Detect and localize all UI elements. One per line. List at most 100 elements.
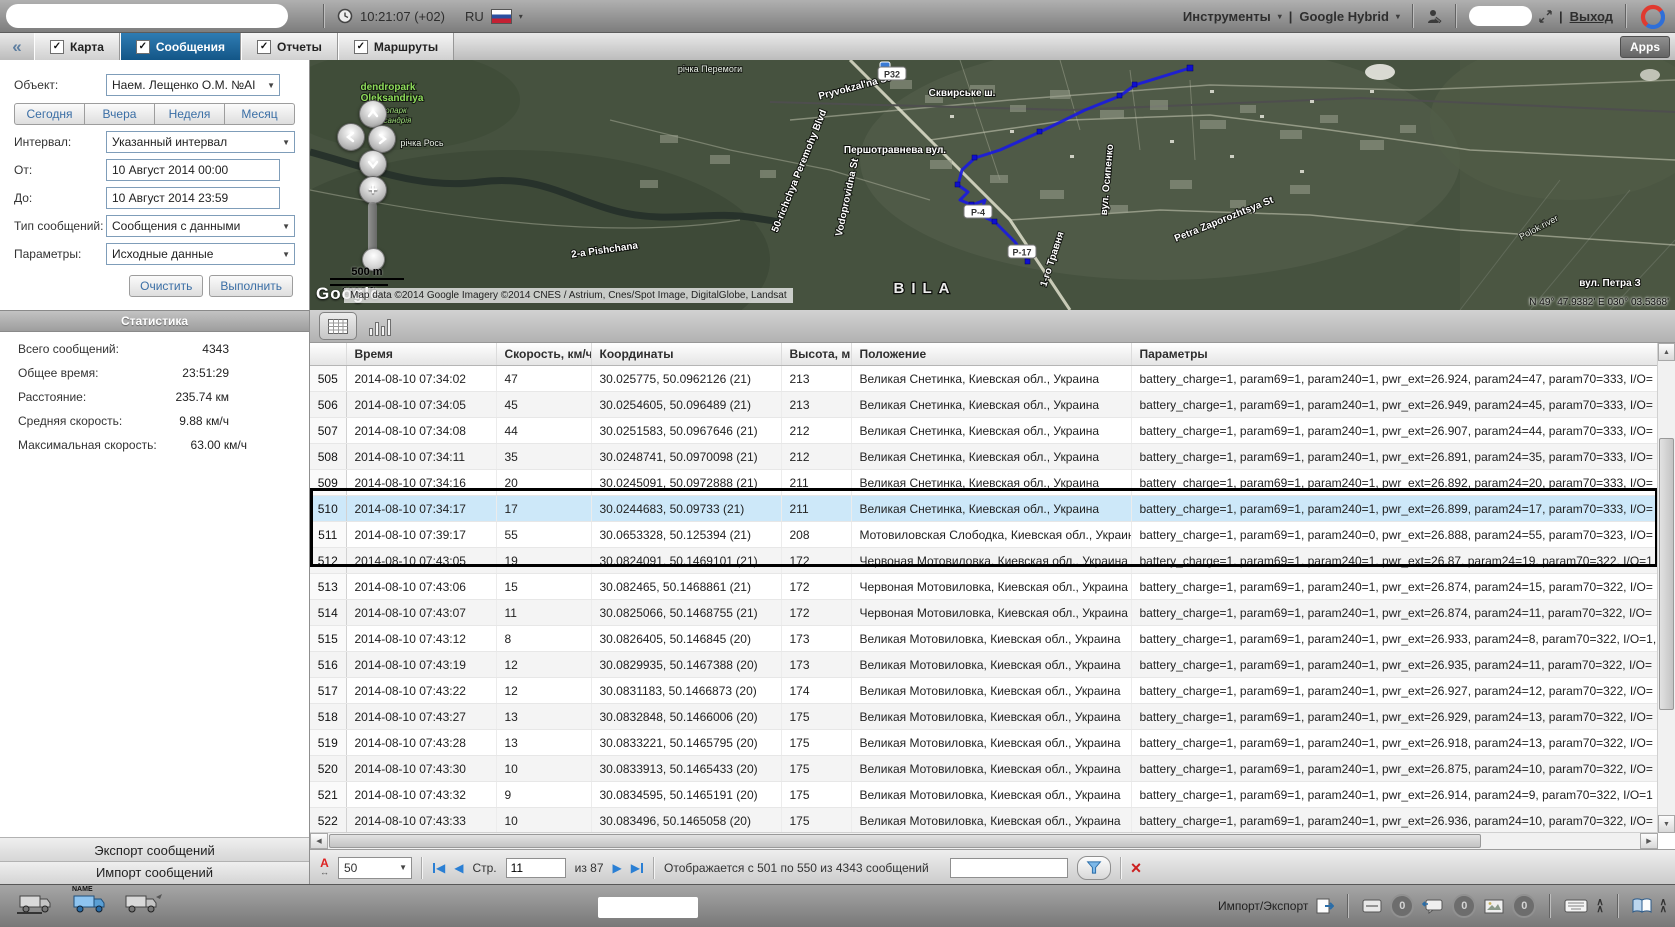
pan-down-button[interactable] [359,150,387,178]
import-export-label[interactable]: Импорт/Экспорт [1218,899,1308,913]
interval-select[interactable]: Указанный интервал ▼ [106,131,295,153]
table-row[interactable]: 5132014-08-10 07:43:061530.082465, 50.14… [310,574,1658,600]
chevron-down-icon[interactable]: ▾ [1278,12,1282,21]
tools-menu[interactable]: Инструменты [1183,9,1271,24]
checkbox-checked-icon[interactable]: ✓ [50,40,64,54]
table-row[interactable]: 5182014-08-10 07:43:271330.0832848, 50.1… [310,704,1658,730]
map-source-menu[interactable]: Google Hybrid [1299,9,1389,24]
tab-routes[interactable]: ✓ Маршруты [338,33,454,60]
week-button[interactable]: Неделя [155,103,225,125]
import-messages-button[interactable]: Импорт сообщений [0,861,309,885]
scroll-down-button[interactable]: ▼ [1658,815,1675,833]
table-view-button[interactable] [319,312,357,340]
col-time[interactable]: Время [346,343,496,366]
col-number[interactable] [310,343,346,366]
col-parameters[interactable]: Параметры [1131,343,1658,366]
vertical-scroll-thumb[interactable] [1659,438,1674,710]
col-coordinates[interactable]: Координаты [591,343,781,366]
import-export-icon[interactable] [1316,898,1334,914]
table-row[interactable]: 5062014-08-10 07:34:054530.0254605, 50.0… [310,392,1658,418]
export-messages-button[interactable]: Экспорт сообщений [0,837,309,863]
chart-view-button[interactable] [366,313,396,339]
execute-button[interactable]: Выполнить [209,275,293,297]
table-row[interactable]: 5102014-08-10 07:34:171730.0244683, 50.0… [310,496,1658,522]
russian-flag-icon[interactable] [491,9,512,24]
media-counter[interactable]: 0 [1512,894,1536,918]
driver-messages-icon[interactable] [1422,898,1444,914]
apps-button[interactable]: Apps [1620,36,1670,58]
user-settings-icon[interactable] [1426,8,1443,25]
pan-left-button[interactable] [337,123,365,151]
page-number-input[interactable] [506,858,566,878]
table-row[interactable]: 5112014-08-10 07:39:175530.0653328, 50.1… [310,522,1658,548]
pan-right-button[interactable] [368,125,396,153]
checkbox-checked-icon[interactable]: ✓ [354,40,368,54]
table-row[interactable]: 5092014-08-10 07:34:162030.0245091, 50.0… [310,470,1658,496]
rows-per-page-select[interactable]: 50 ▼ [338,857,412,879]
filter-input[interactable] [950,858,1068,878]
media-icon[interactable] [1484,899,1504,914]
prev-page-button[interactable]: ◀ [454,861,463,875]
unit-trace-toggle[interactable] [124,890,164,919]
object-select[interactable]: Наем. Лещенко О.М. №АI ▼ [106,74,280,96]
to-date-input[interactable]: 10 Август 2014 23:59 [106,187,280,209]
vertical-scrollbar[interactable]: ▲ ▼ [1657,343,1675,833]
zoom-in-button[interactable]: + [359,176,387,204]
tab-messages[interactable]: ✓ Сообщения [120,33,241,60]
parameters-select[interactable]: Исходные данные ▼ [106,243,295,265]
next-page-button[interactable]: ▶ [613,861,622,875]
chevron-down-icon[interactable]: ▾ [519,12,523,21]
yesterday-button[interactable]: Вчера [85,103,155,125]
horizontal-scrollbar[interactable]: ◀ ▶ [310,832,1658,849]
col-speed[interactable]: Скорость, км/ч [496,343,591,366]
expand-icon[interactable] [1539,10,1552,23]
checkbox-checked-icon[interactable]: ✓ [136,40,150,54]
scroll-up-button[interactable]: ▲ [1658,343,1675,361]
scroll-left-button[interactable]: ◀ [310,833,328,849]
table-row[interactable]: 5072014-08-10 07:34:084430.0251583, 50.0… [310,418,1658,444]
col-altitude[interactable]: Высота, м [781,343,851,366]
scroll-right-button[interactable]: ▶ [1640,833,1658,849]
collapse-sidebar-button[interactable]: « [0,33,34,60]
log-book-icon[interactable] [1632,898,1652,914]
autofit-columns-button[interactable]: A ↔ [320,859,329,877]
col-location[interactable]: Положение [851,343,1131,366]
tab-map[interactable]: ✓ Карта [34,33,120,60]
notes-icon[interactable] [1362,899,1382,913]
table-row[interactable]: 5222014-08-10 07:43:331030.083496, 50.14… [310,808,1658,834]
table-row[interactable]: 5052014-08-10 07:34:024730.025775, 50.09… [310,366,1658,392]
table-row[interactable]: 5152014-08-10 07:43:12830.0826405, 50.14… [310,626,1658,652]
clear-filter-button[interactable]: × [1131,859,1142,877]
keyboard-icon[interactable] [1564,899,1588,913]
table-row[interactable]: 5172014-08-10 07:43:221230.0831183, 50.1… [310,678,1658,704]
today-button[interactable]: Сегодня [14,103,85,125]
table-row[interactable]: 5082014-08-10 07:34:113530.0248741, 50.0… [310,444,1658,470]
last-page-button[interactable]: ▶ [631,861,644,875]
checkbox-checked-icon[interactable]: ✓ [257,40,271,54]
tab-reports[interactable]: ✓ Отчеты [241,33,338,60]
map-canvas[interactable]: dendroparkOleksandriyaдендропаркОлександ… [310,60,1675,310]
unit-icons-toggle[interactable] [16,890,54,919]
table-row[interactable]: 5202014-08-10 07:43:301030.0833913, 50.1… [310,756,1658,782]
chevron-down-icon[interactable]: ▾ [1396,12,1400,21]
from-date-input[interactable]: 10 Август 2014 00:00 [106,159,280,181]
table-row[interactable]: 5192014-08-10 07:43:281330.0833221, 50.1… [310,730,1658,756]
message-type-select[interactable]: Сообщения с данными ▼ [106,215,295,237]
logout-link[interactable]: Выход [1570,9,1613,24]
table-row[interactable]: 5162014-08-10 07:43:191230.0829935, 50.1… [310,652,1658,678]
expand-log-icon[interactable]: ∧∧ [1660,899,1667,913]
pan-up-button[interactable] [359,100,387,128]
filter-button[interactable] [1077,856,1111,880]
horizontal-scroll-thumb[interactable] [329,834,1481,848]
table-row[interactable]: 5212014-08-10 07:43:32930.0834595, 50.14… [310,782,1658,808]
table-row[interactable]: 5142014-08-10 07:43:071130.0825066, 50.1… [310,600,1658,626]
language-label[interactable]: RU [465,9,484,24]
month-button[interactable]: Месяц [225,103,295,125]
first-page-button[interactable]: ◀ [432,861,445,875]
expand-panel-icon[interactable]: ∧∧ [1596,899,1603,913]
notes-counter[interactable]: 0 [1390,894,1414,918]
unit-names-toggle[interactable]: NAME [70,890,108,919]
table-row[interactable]: 5122014-08-10 07:43:051930.0824091, 50.1… [310,548,1658,574]
messages-counter[interactable]: 0 [1452,894,1476,918]
clear-button[interactable]: Очистить [129,275,203,297]
